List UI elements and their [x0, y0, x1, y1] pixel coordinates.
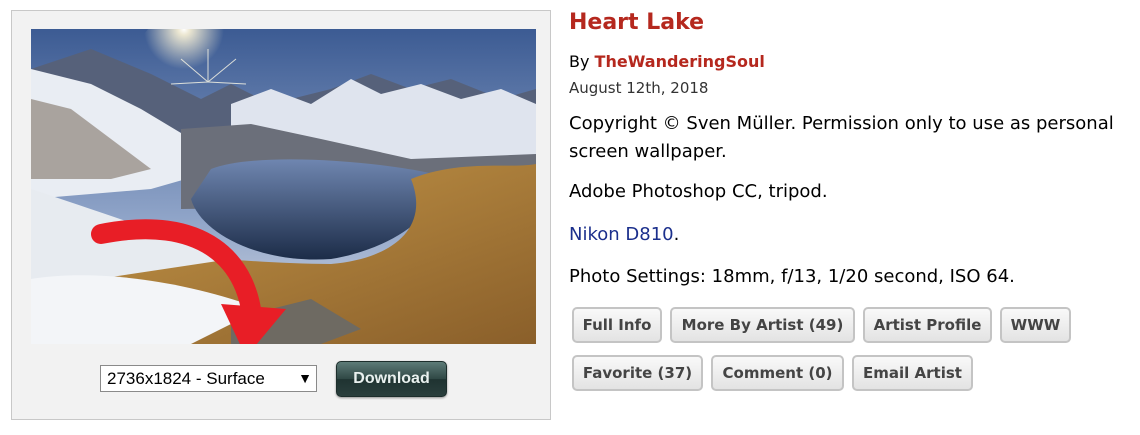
copyright-text: Copyright © Sven Müller. Permission only…	[569, 113, 1114, 162]
wallpaper-photo[interactable]	[31, 29, 536, 344]
camera-link[interactable]: Nikon D810	[569, 224, 674, 245]
www-button[interactable]: WWW	[1000, 307, 1071, 343]
favorite-button[interactable]: Favorite (37)	[572, 355, 703, 391]
wallpaper-image	[31, 29, 536, 344]
software-text: Adobe Photoshop CC, tripod.	[569, 181, 828, 202]
photo-settings: Photo Settings: 18mm, f/13, 1/20 second,…	[569, 266, 1015, 287]
email-artist-button[interactable]: Email Artist	[852, 355, 973, 391]
more-by-artist-button[interactable]: More By Artist (49)	[670, 307, 855, 343]
camera-info: Nikon D810.	[569, 224, 679, 245]
wallpaper-title: Heart Lake	[569, 10, 705, 35]
byline-prefix: By	[569, 52, 590, 71]
upload-date: August 12th, 2018	[569, 79, 709, 97]
photo-panel: 2736x1824 - Surface ▼ Download	[11, 10, 551, 420]
resolution-value: 2736x1824 - Surface	[107, 369, 265, 388]
comment-button[interactable]: Comment (0)	[711, 355, 844, 391]
chevron-down-icon: ▼	[294, 366, 316, 391]
resolution-select[interactable]: 2736x1824 - Surface ▼	[100, 365, 317, 392]
camera-suffix: .	[673, 224, 680, 245]
byline: By TheWanderingSoul	[569, 52, 765, 71]
artist-profile-button[interactable]: Artist Profile	[863, 307, 992, 343]
full-info-button[interactable]: Full Info	[572, 307, 662, 343]
download-button[interactable]: Download	[336, 361, 447, 397]
artist-link[interactable]: TheWanderingSoul	[595, 52, 765, 71]
